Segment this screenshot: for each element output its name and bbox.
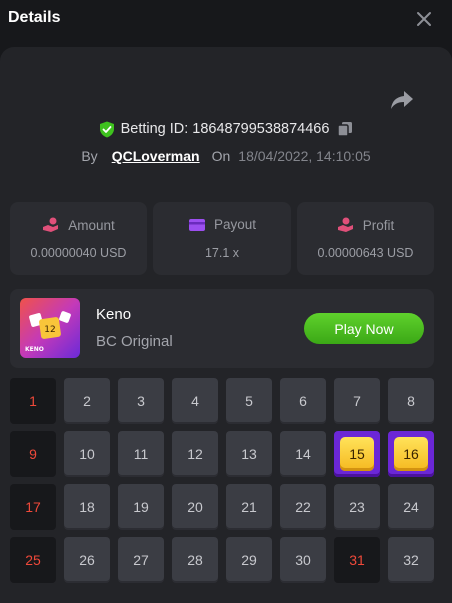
share-icon[interactable] [389, 89, 415, 111]
keno-cell-9[interactable]: 9 [10, 431, 56, 477]
bet-author-row: By QCLoverman On 18/04/2022, 14:10:05 [0, 146, 452, 166]
username-link[interactable]: QCLoverman [112, 148, 200, 164]
keno-cell-14[interactable]: 14 [280, 431, 326, 477]
keno-cell-29[interactable]: 29 [226, 537, 272, 583]
keno-cell-18[interactable]: 18 [64, 484, 110, 530]
stat-profit-label: Profit [362, 217, 395, 233]
keno-cell-31[interactable]: 31 [334, 537, 380, 583]
keno-cell-30[interactable]: 30 [280, 537, 326, 583]
stat-profit: Profit 0.00000643 USD [297, 202, 434, 275]
wallet-icon [188, 219, 205, 231]
keno-cell-5[interactable]: 5 [226, 378, 272, 424]
keno-cell-26[interactable]: 26 [64, 537, 110, 583]
game-name: Keno [96, 306, 132, 323]
betting-id-label: Betting ID: [120, 121, 189, 137]
stat-payout-value: 17.1 x [204, 246, 240, 260]
keno-cell-15[interactable]: 15 [334, 431, 380, 477]
game-provider: BC Original [96, 333, 173, 350]
keno-cell-21[interactable]: 21 [226, 484, 272, 530]
keno-cell-3[interactable]: 3 [118, 378, 164, 424]
stat-amount-label: Amount [68, 217, 115, 233]
close-icon[interactable] [414, 9, 434, 29]
svg-text:KENO: KENO [25, 346, 44, 353]
stat-amount: Amount 0.00000040 USD [10, 202, 147, 275]
keno-hit-gem: 15 [340, 437, 374, 471]
keno-cell-4[interactable]: 4 [172, 378, 218, 424]
betting-id-row: Betting ID: 18648799538874466 [0, 119, 452, 139]
keno-cell-6[interactable]: 6 [280, 378, 326, 424]
keno-thumbnail: 12 KENO [20, 298, 80, 358]
keno-cell-10[interactable]: 10 [64, 431, 110, 477]
modal-header: Details [0, 0, 452, 40]
by-label: By [81, 148, 98, 164]
details-panel: Betting ID: 18648799538874466 By QCLover… [0, 47, 452, 603]
keno-cell-11[interactable]: 11 [118, 431, 164, 477]
keno-cell-1[interactable]: 1 [10, 378, 56, 424]
keno-cell-24[interactable]: 24 [388, 484, 434, 530]
coins-hand-icon [43, 217, 59, 232]
keno-cell-7[interactable]: 7 [334, 378, 380, 424]
keno-cell-13[interactable]: 13 [226, 431, 272, 477]
keno-cell-20[interactable]: 20 [172, 484, 218, 530]
play-now-button[interactable]: Play Now [304, 313, 424, 344]
shield-check-icon [99, 121, 114, 137]
keno-cell-25[interactable]: 25 [10, 537, 56, 583]
keno-cell-28[interactable]: 28 [172, 537, 218, 583]
on-label: On [211, 148, 231, 164]
keno-cell-8[interactable]: 8 [388, 378, 434, 424]
svg-text:12: 12 [44, 325, 55, 335]
keno-cell-12[interactable]: 12 [172, 431, 218, 477]
keno-cell-16[interactable]: 16 [388, 431, 434, 477]
copy-icon[interactable] [337, 121, 353, 137]
keno-cell-19[interactable]: 19 [118, 484, 164, 530]
money-hand-icon [337, 217, 353, 232]
keno-cell-27[interactable]: 27 [118, 537, 164, 583]
stat-payout-label: Payout [213, 217, 257, 232]
keno-cell-17[interactable]: 17 [10, 484, 56, 530]
keno-cell-23[interactable]: 23 [334, 484, 380, 530]
modal-title: Details [8, 9, 61, 26]
stat-amount-value: 0.00000040 USD [30, 246, 127, 260]
stat-payout: Payout 17.1 x [153, 202, 291, 275]
keno-cell-2[interactable]: 2 [64, 378, 110, 424]
game-card: 12 KENO Keno BC Original Play Now [10, 289, 434, 368]
bet-datetime: 18/04/2022, 14:10:05 [238, 148, 371, 164]
keno-cell-32[interactable]: 32 [388, 537, 434, 583]
betting-id-value: 18648799538874466 [192, 121, 330, 137]
keno-cell-22[interactable]: 22 [280, 484, 326, 530]
stat-profit-value: 0.00000643 USD [317, 246, 414, 260]
keno-hit-gem: 16 [394, 437, 428, 471]
